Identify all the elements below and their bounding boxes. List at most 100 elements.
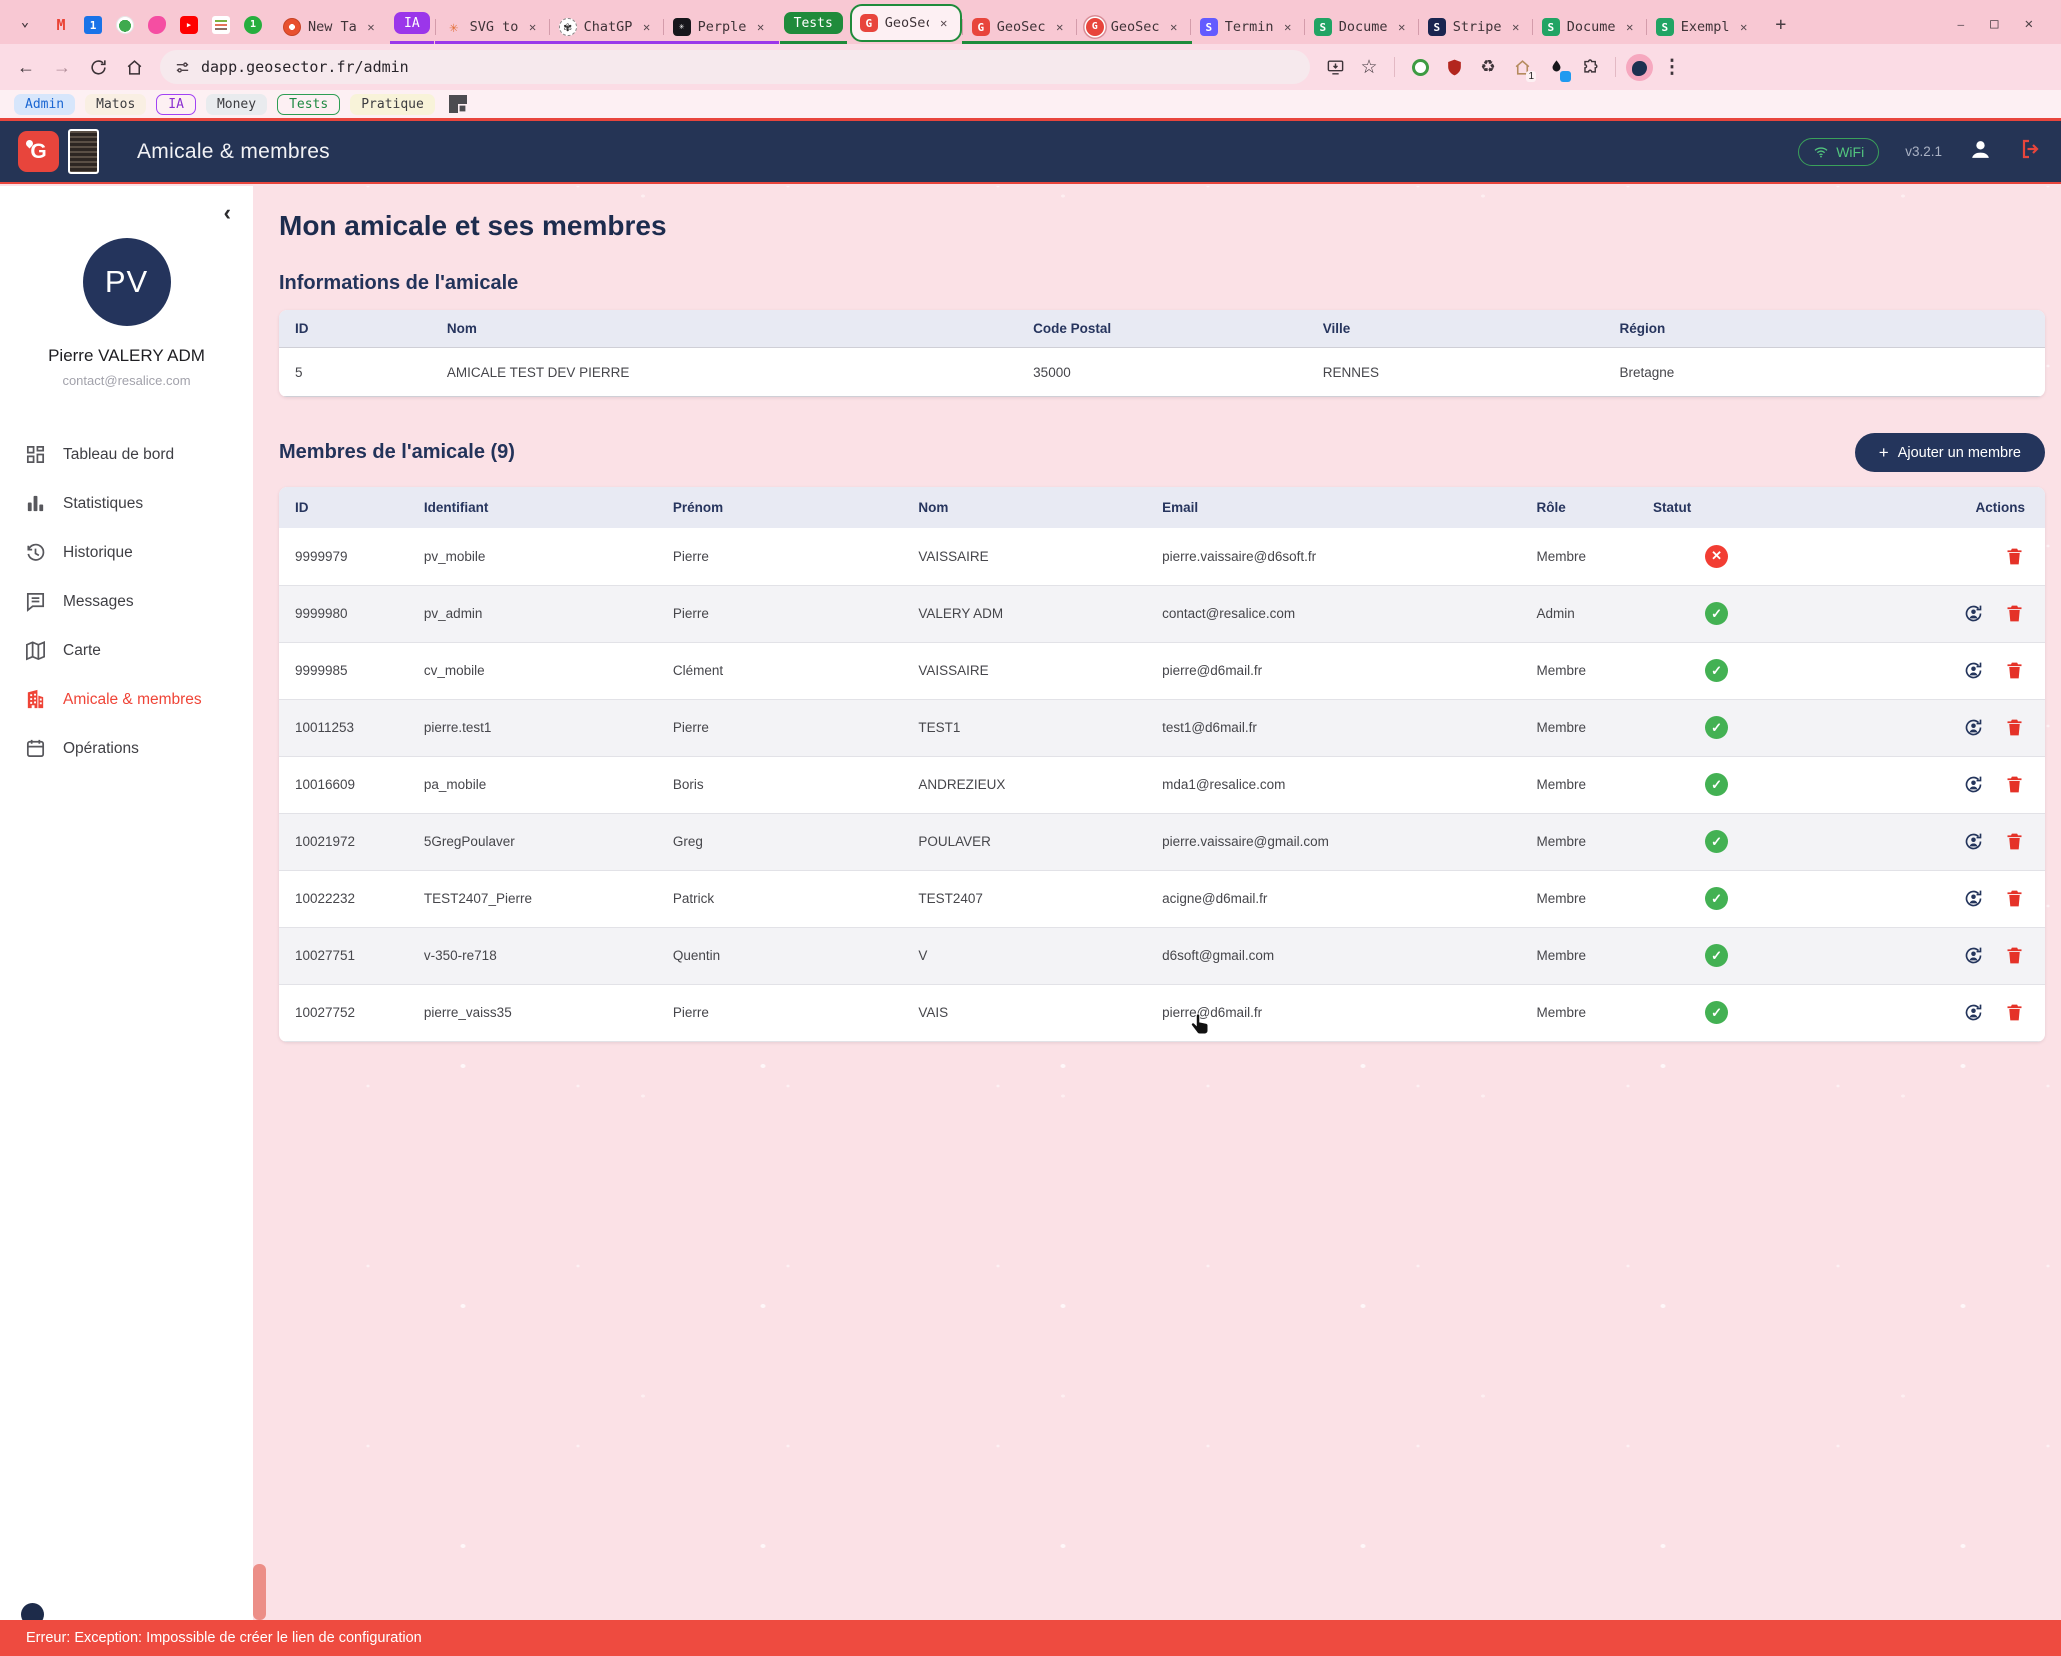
tab-geosector-3[interactable]: G GeoSec	[1078, 10, 1190, 44]
bookmark-star-icon[interactable]	[1354, 52, 1384, 82]
tab-close-icon[interactable]	[1166, 19, 1182, 35]
docs-favicon: S	[1314, 18, 1332, 36]
page-title: Mon amicale et ses membres	[279, 210, 2045, 242]
sidebar-item-amicale-membres[interactable]: Amicale & membres	[0, 675, 253, 724]
sidebar-item-messages[interactable]: Messages	[0, 577, 253, 626]
members-section-title: Membres de l'amicale (9)	[279, 441, 515, 464]
forward-icon[interactable]: →	[46, 51, 78, 83]
tab-close-icon[interactable]	[1052, 19, 1068, 35]
gmail-pinned-tab-icon[interactable]: M	[52, 16, 70, 34]
extension-green-icon[interactable]	[1405, 52, 1435, 82]
pink-splat-pinned-tab-icon[interactable]	[148, 16, 166, 34]
profile-icon[interactable]	[1968, 137, 1993, 167]
tab-stripe-terminal[interactable]: S Termin	[1192, 10, 1304, 44]
tab-close-icon[interactable]	[1394, 19, 1410, 35]
delete-icon[interactable]	[2004, 774, 2025, 795]
delete-icon[interactable]	[2004, 717, 2025, 738]
delete-icon[interactable]	[2004, 603, 2025, 624]
sidebar-menu: Tableau de bord Statistiques Historique …	[0, 430, 253, 773]
sidebar-item-history[interactable]: Historique	[0, 528, 253, 577]
bookmark-tests[interactable]: Tests	[277, 94, 340, 115]
delete-icon[interactable]	[2004, 831, 2025, 852]
delete-icon[interactable]	[2004, 1002, 2025, 1023]
amicale-info-table: ID Nom Code Postal Ville Région 5 AMICAL…	[279, 310, 2045, 397]
new-tab-button[interactable]	[1767, 10, 1795, 38]
apps-grid-icon[interactable]	[449, 95, 467, 113]
sidebar-item-map[interactable]: Carte	[0, 626, 253, 675]
login-as-icon[interactable]	[1963, 945, 1984, 966]
maximize-icon[interactable]	[1990, 16, 1998, 32]
tab-chatgpt[interactable]: ChatGP	[551, 10, 663, 44]
tab-group-ia[interactable]: IA	[394, 12, 430, 34]
close-window-icon[interactable]	[2025, 16, 2033, 32]
tab-close-icon[interactable]	[363, 19, 379, 35]
login-as-icon[interactable]	[1963, 1002, 1984, 1023]
extension-home-icon[interactable]: 1	[1507, 52, 1537, 82]
app-version: v3.2.1	[1905, 144, 1942, 159]
sidebar-item-dashboard[interactable]: Tableau de bord	[0, 430, 253, 479]
login-as-icon[interactable]	[1963, 603, 1984, 624]
address-bar[interactable]: dapp.geosector.fr/admin	[160, 50, 1310, 84]
info-table-row: 5 AMICALE TEST DEV PIERRE 35000 RENNES B…	[279, 348, 2045, 397]
sidebar-item-statistics[interactable]: Statistiques	[0, 479, 253, 528]
browser-profile-avatar[interactable]	[1626, 54, 1653, 81]
delete-icon[interactable]	[2004, 660, 2025, 681]
extension-ink-icon[interactable]	[1541, 52, 1571, 82]
tab-docs-2[interactable]: S Docume	[1534, 10, 1646, 44]
tab-svg[interactable]: SVG to	[437, 10, 549, 44]
tab-close-icon[interactable]	[1622, 19, 1638, 35]
delete-icon[interactable]	[2004, 546, 2025, 567]
login-as-icon[interactable]	[1963, 831, 1984, 852]
tab-new[interactable]: New Ta	[275, 10, 387, 44]
browser-menu-icon[interactable]	[1657, 52, 1687, 82]
tab-close-icon[interactable]	[936, 15, 952, 31]
bookmark-money[interactable]: Money	[206, 94, 267, 115]
tab-close-icon[interactable]	[1280, 19, 1296, 35]
reload-icon[interactable]	[82, 51, 114, 83]
sidebar-collapse-icon[interactable]	[224, 200, 231, 226]
tab-docs-1[interactable]: S Docume	[1306, 10, 1418, 44]
green-cup-pinned-tab-icon[interactable]	[116, 16, 134, 34]
install-app-icon[interactable]	[1320, 52, 1350, 82]
member-nom: VAISSAIRE	[902, 642, 1146, 699]
login-as-icon[interactable]	[1963, 717, 1984, 738]
calendar-pinned-tab-icon[interactable]: 1	[84, 16, 102, 34]
sidebar-item-operations[interactable]: Opérations	[0, 724, 253, 773]
tab-search-chevron-icon[interactable]	[10, 7, 40, 37]
tab-close-icon[interactable]	[639, 19, 655, 35]
tab-perplexity[interactable]: Perple	[665, 10, 777, 44]
youtube-pinned-tab-icon[interactable]	[180, 16, 198, 34]
site-info-icon[interactable]	[174, 59, 191, 76]
login-as-icon[interactable]	[1963, 888, 1984, 909]
logout-icon[interactable]	[2019, 137, 2043, 166]
bookmark-ia[interactable]: IA	[156, 94, 196, 115]
tab-group-tests[interactable]: Tests	[784, 12, 843, 34]
login-as-icon[interactable]	[1963, 660, 1984, 681]
home-icon[interactable]	[118, 51, 150, 83]
tab-example[interactable]: S Exempl	[1648, 10, 1760, 44]
add-member-button[interactable]: + Ajouter un membre	[1855, 433, 2045, 472]
extensions-puzzle-icon[interactable]	[1575, 52, 1605, 82]
tab-close-icon[interactable]	[1508, 19, 1524, 35]
user-name: Pierre VALERY ADM	[48, 346, 205, 366]
tab-close-icon[interactable]	[753, 19, 769, 35]
delete-icon[interactable]	[2004, 945, 2025, 966]
tab-close-icon[interactable]	[525, 19, 541, 35]
delete-icon[interactable]	[2004, 888, 2025, 909]
green-badge-pinned-tab-icon[interactable]: 1	[244, 16, 262, 34]
bookmark-matos[interactable]: Matos	[85, 94, 146, 115]
extension-shield-icon[interactable]	[1439, 52, 1469, 82]
tab-geosector-active[interactable]: G GeoSec	[850, 4, 962, 42]
bookmark-pratique[interactable]: Pratique	[350, 94, 435, 115]
stripe-favicon: S	[1200, 18, 1218, 36]
back-icon[interactable]: ←	[10, 51, 42, 83]
bookmark-admin[interactable]: Admin	[14, 94, 75, 115]
minimize-icon[interactable]	[1958, 18, 1965, 31]
scrollbar-thumb[interactable]	[253, 1564, 266, 1620]
login-as-icon[interactable]	[1963, 774, 1984, 795]
notes-pinned-tab-icon[interactable]	[212, 16, 230, 34]
extension-recycle-icon[interactable]	[1473, 52, 1503, 82]
tab-stripe[interactable]: S Stripe	[1420, 10, 1532, 44]
tab-geosector-2[interactable]: G GeoSec	[964, 10, 1076, 44]
tab-close-icon[interactable]	[1736, 19, 1752, 35]
